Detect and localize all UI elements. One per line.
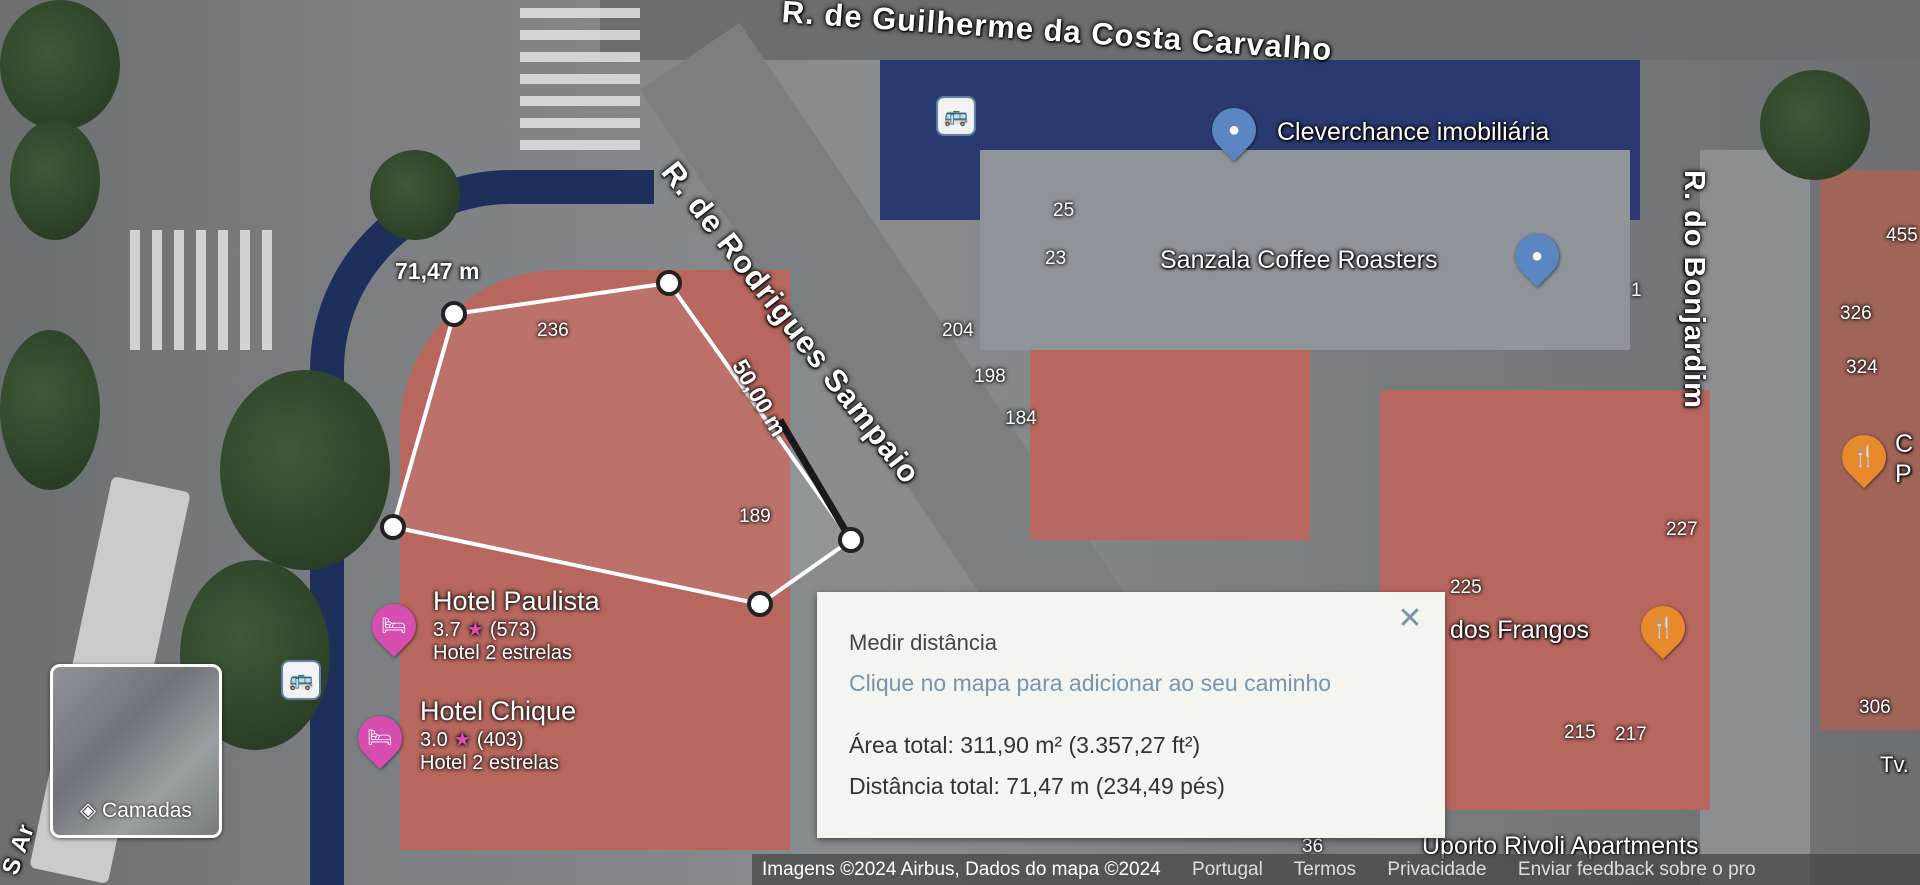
- terms-link[interactable]: Termos: [1294, 859, 1356, 880]
- house-number: 236: [537, 320, 569, 341]
- star-icon: ★: [453, 729, 472, 751]
- layers-icon: ◈: [80, 799, 97, 822]
- place-label-sanzala[interactable]: Sanzala Coffee Roasters: [1160, 246, 1437, 275]
- privacy-link[interactable]: Privacidade: [1387, 859, 1486, 880]
- hotel-bed-icon[interactable]: 🛏: [348, 706, 412, 770]
- house-number: 217: [1615, 724, 1647, 745]
- measure-total-distance: Distância total: 71,47 m (234,49 pés): [849, 773, 1225, 799]
- location-pin-icon[interactable]: ●: [1505, 224, 1569, 288]
- restaurant-icon[interactable]: 🍴: [1832, 425, 1896, 489]
- place-label-cleverchance[interactable]: Cleverchance imobiliária: [1277, 118, 1549, 147]
- bus-stop-icon[interactable]: 🚌: [281, 660, 321, 700]
- house-number: 227: [1666, 519, 1698, 540]
- house-number: 184: [1005, 408, 1037, 429]
- measure-vertex[interactable]: [656, 270, 682, 296]
- layers-label-text: Camadas: [102, 799, 192, 822]
- hotel-rating: 3.7 ★ (573): [433, 619, 537, 641]
- place-label-right-restaurant-sub: P: [1895, 460, 1912, 488]
- measure-vertex[interactable]: [838, 527, 864, 553]
- place-label-right-restaurant[interactable]: C: [1895, 430, 1913, 459]
- close-icon[interactable]: ✕: [1395, 604, 1425, 634]
- house-number: 25: [1053, 200, 1075, 221]
- house-number: 326: [1840, 303, 1872, 324]
- measure-panel-title: Medir distância: [849, 630, 997, 655]
- hotel-name: Hotel Chique: [420, 696, 577, 726]
- measure-label-total: 71,47 m: [395, 258, 480, 284]
- right-edge-text: Tv.: [1880, 752, 1909, 777]
- country-link[interactable]: Portugal: [1192, 859, 1263, 880]
- house-number: 306: [1859, 697, 1891, 718]
- star-icon: ★: [466, 619, 485, 641]
- feedback-link[interactable]: Enviar feedback sobre o pro: [1518, 859, 1756, 880]
- house-number: 189: [739, 506, 771, 527]
- hotel-category: Hotel 2 estrelas: [433, 642, 572, 664]
- measure-vertex[interactable]: [747, 591, 773, 617]
- house-number: 225: [1450, 577, 1482, 598]
- house-number: 198: [974, 366, 1006, 387]
- measure-panel-hint: Clique no mapa para adicionar ao seu cam…: [849, 670, 1332, 696]
- hotel-card-paulista[interactable]: Hotel Paulista 3.7 ★ (573) Hotel 2 estre…: [433, 586, 600, 665]
- hotel-name: Hotel Paulista: [433, 586, 600, 616]
- house-number: 215: [1564, 722, 1596, 743]
- measure-distance-panel: Medir distância Clique no mapa para adic…: [817, 592, 1445, 838]
- restaurant-icon[interactable]: 🍴: [1631, 596, 1695, 660]
- house-number: 324: [1846, 357, 1878, 378]
- house-number: 23: [1045, 248, 1067, 269]
- hotel-category: Hotel 2 estrelas: [420, 752, 559, 774]
- measure-vertex[interactable]: [441, 301, 467, 327]
- hotel-rating: 3.0 ★ (403): [420, 729, 524, 751]
- house-number: 1: [1631, 280, 1642, 301]
- hotel-bed-icon[interactable]: 🛏: [362, 594, 426, 658]
- measure-vertex[interactable]: [380, 514, 406, 540]
- layers-button[interactable]: ◈ Camadas: [50, 664, 222, 838]
- layers-label: ◈ Camadas: [53, 798, 219, 823]
- street-label-bonjardim: R. do Bonjardim: [1678, 170, 1710, 409]
- bus-stop-icon[interactable]: 🚌: [936, 96, 976, 136]
- imagery-attribution: Imagens ©2024 Airbus, Dados do mapa ©202…: [762, 859, 1161, 880]
- measure-total-area: Área total: 311,90 m² (3.357,27 ft²): [849, 732, 1201, 758]
- house-number: 204: [942, 320, 974, 341]
- house-number: 455: [1886, 225, 1918, 246]
- place-label-frangos[interactable]: dos Frangos: [1450, 616, 1589, 645]
- attribution-bar: Imagens ©2024 Airbus, Dados do mapa ©202…: [752, 854, 1920, 885]
- location-pin-icon[interactable]: ●: [1202, 98, 1266, 162]
- hotel-card-chique[interactable]: Hotel Chique 3.0 ★ (403) Hotel 2 estrela…: [420, 696, 576, 775]
